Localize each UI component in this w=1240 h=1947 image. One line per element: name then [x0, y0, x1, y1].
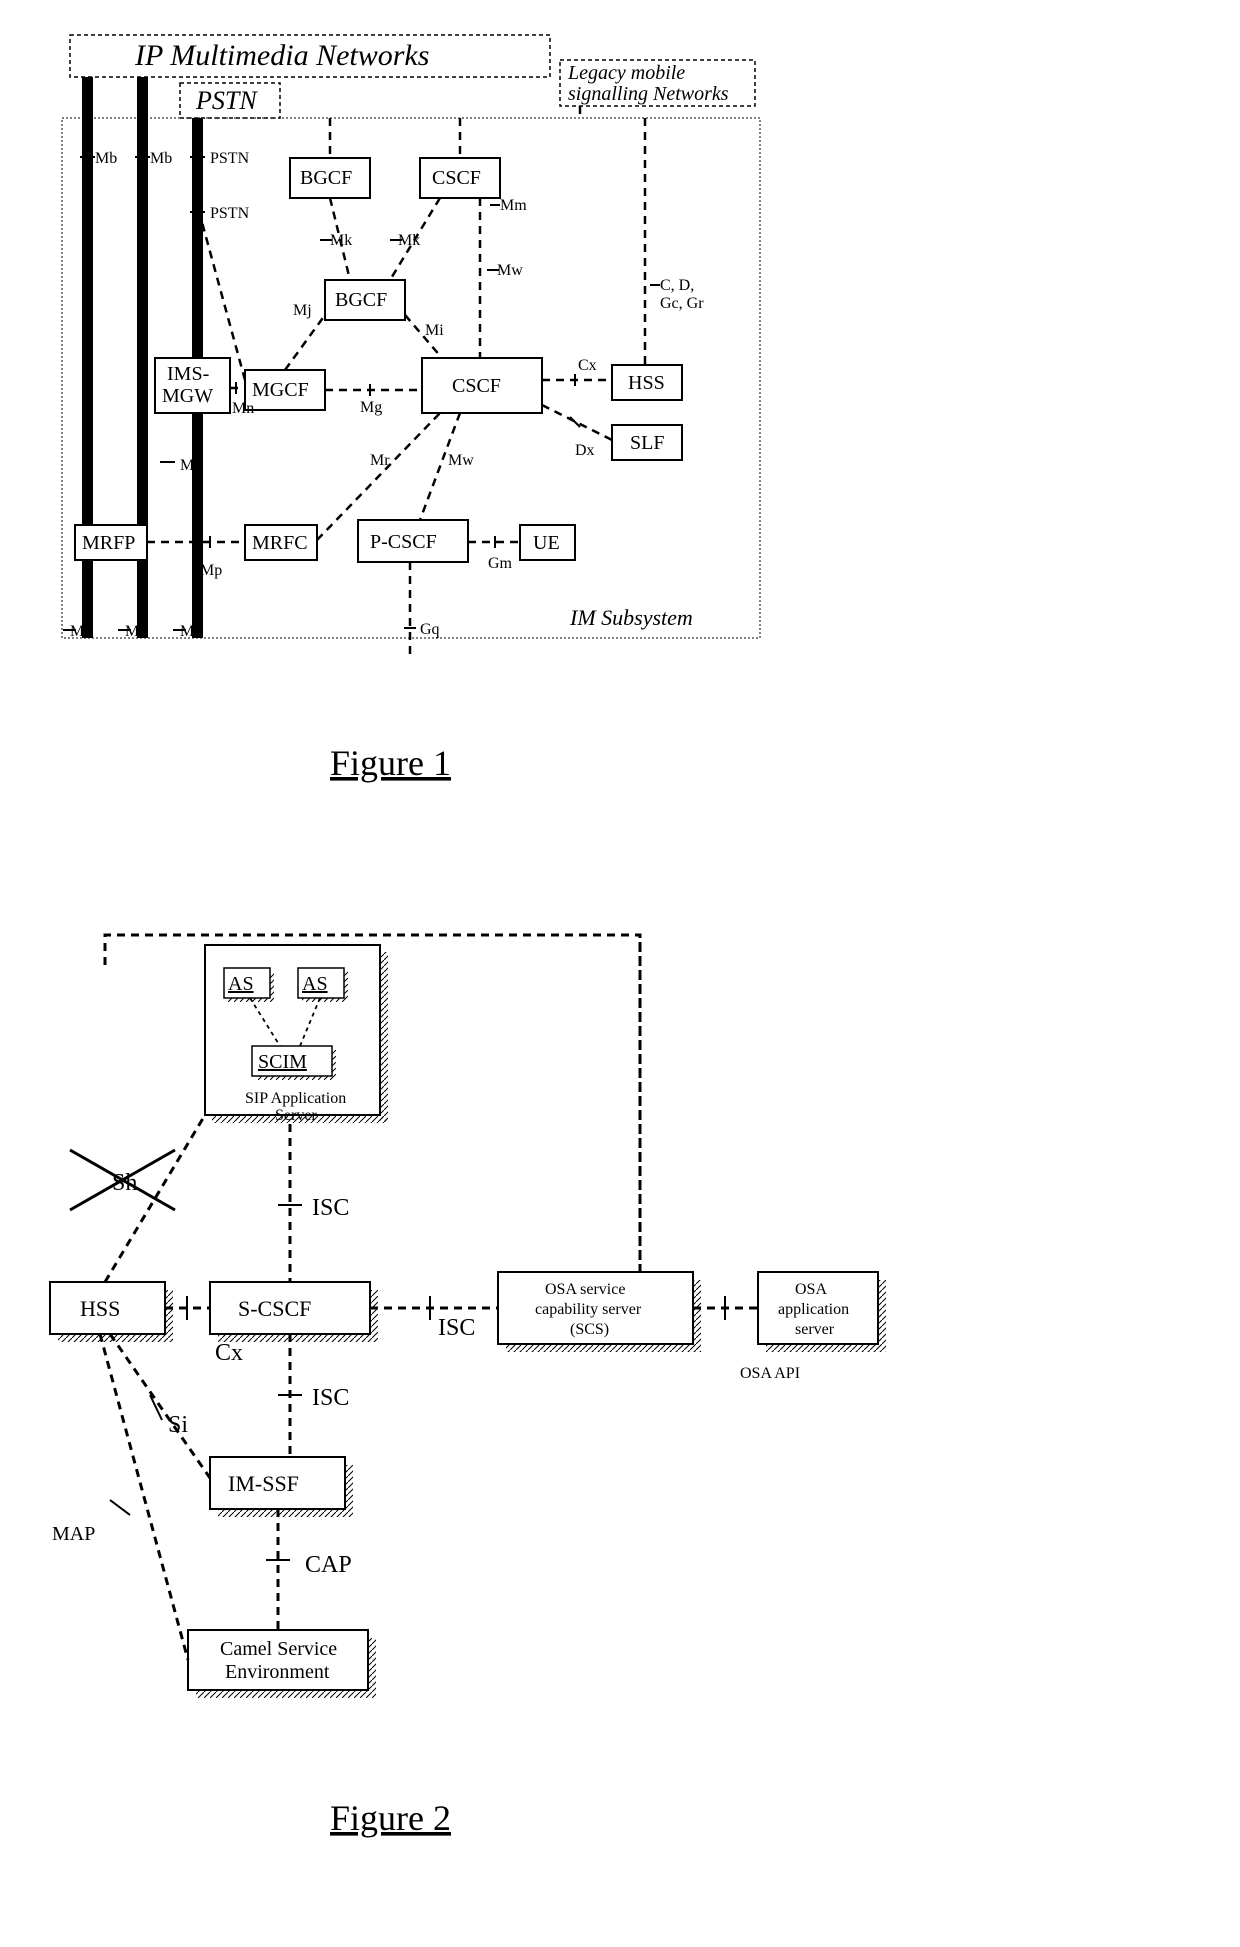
figure-2: SIP Application Server AS AS SCIM HSS S-…: [50, 935, 886, 1698]
isc-label3: ISC: [312, 1385, 349, 1411]
svg-text:capability server: capability server: [535, 1301, 642, 1318]
mk-label1: Mk: [330, 232, 352, 249]
mw-label2: Mw: [448, 452, 474, 469]
svg-text:OSA: OSA: [795, 1281, 827, 1298]
mb-label-4: Mb: [70, 623, 92, 640]
bgcf2-label: BGCF: [335, 289, 387, 311]
camel-box: Camel Service Environment: [188, 1630, 376, 1698]
cscf2-label: CSCF: [452, 375, 501, 397]
svg-text:Camel Service: Camel Service: [220, 1638, 337, 1660]
mrfp-label: MRFP: [82, 532, 135, 554]
mw-label1: Mw: [497, 262, 523, 279]
mg-label: Mg: [360, 399, 382, 416]
gm-label: Gm: [488, 555, 513, 572]
mp-label: Mp: [200, 562, 222, 579]
mb-label-5: Mb: [125, 623, 147, 640]
bgcf1-label: BGCF: [300, 167, 352, 189]
mrfc-label: MRFC: [252, 532, 308, 554]
as-box-2: AS: [298, 968, 348, 1002]
as-box-1: AS: [224, 968, 274, 1002]
svg-text:AS: AS: [302, 973, 328, 995]
isc-label2: ISC: [438, 1315, 475, 1341]
hss-label: HSS: [628, 372, 665, 394]
im-subsystem-label: IM Subsystem: [569, 605, 693, 630]
si-label: Si: [168, 1412, 188, 1438]
cx-label2: Cx: [215, 1340, 243, 1366]
ue-label: UE: [533, 532, 560, 554]
legacy-line2: signalling Networks: [568, 83, 729, 105]
cx-label: Cx: [578, 357, 597, 374]
svg-text:server: server: [795, 1321, 835, 1338]
cscf1-label: CSCF: [432, 167, 481, 189]
svg-text:OSA service: OSA service: [545, 1281, 625, 1298]
mb-label-2: Mb: [150, 150, 172, 167]
pstn-iflabel-1: PSTN: [210, 150, 250, 167]
mb-label-6: Mb: [180, 623, 202, 640]
mn-label: Mn: [232, 400, 254, 417]
imsmgw-line2: MGW: [162, 385, 213, 407]
hss-box-f2: HSS: [50, 1282, 173, 1342]
imsmgw-line1: IMS-: [167, 363, 209, 385]
dx-label: Dx: [575, 442, 595, 459]
isc-label1: ISC: [312, 1195, 349, 1221]
mb-label-3: Mb: [180, 457, 202, 474]
svg-text:AS: AS: [228, 973, 254, 995]
scim-box: SCIM: [252, 1046, 336, 1080]
mgcf-label: MGCF: [252, 379, 309, 401]
svg-text:application: application: [778, 1301, 849, 1318]
imssf-box: IM-SSF: [210, 1457, 353, 1517]
cdgcgr-l1: C, D,: [660, 277, 694, 294]
sipas-l2: Server: [275, 1107, 317, 1124]
mb-label-1: Mb: [95, 150, 117, 167]
slf-label: SLF: [630, 432, 664, 454]
cap-label: CAP: [305, 1552, 352, 1578]
pstn-label: PSTN: [195, 86, 258, 115]
osa-api-label: OSA API: [740, 1365, 800, 1382]
pstn-iflabel-2: PSTN: [210, 205, 250, 222]
mj-label: Mj: [293, 302, 312, 319]
osa-scs-box: OSA service capability server (SCS): [498, 1272, 701, 1352]
figure1-label: Figure 1: [330, 743, 451, 783]
figure-1: IP Multimedia Networks Legacy mobile sig…: [62, 35, 760, 660]
mi-label: Mi: [425, 322, 444, 339]
svg-text:SCIM: SCIM: [258, 1051, 307, 1073]
gq-label: Gq: [420, 621, 440, 638]
scscf-box: S-CSCF: [210, 1282, 378, 1342]
svg-text:(SCS): (SCS): [570, 1321, 609, 1338]
mm-label: Mm: [500, 197, 527, 214]
cdgcgr-l2: Gc, Gr: [660, 295, 704, 312]
figure2-label: Figure 2: [330, 1798, 451, 1838]
legacy-line1: Legacy mobile: [567, 62, 685, 84]
pcscf-label: P-CSCF: [370, 531, 437, 553]
sipas-l1: SIP Application: [245, 1090, 346, 1107]
sh-label: Sh: [112, 1170, 137, 1196]
svg-text:S-CSCF: S-CSCF: [238, 1296, 311, 1321]
mr-label: Mr: [370, 452, 390, 469]
osa-as-box: OSA application server: [758, 1272, 886, 1352]
svg-text:IM-SSF: IM-SSF: [228, 1471, 299, 1496]
ip-multimedia-label: IP Multimedia Networks: [134, 39, 429, 72]
svg-text:HSS: HSS: [80, 1296, 120, 1321]
svg-text:Environment: Environment: [225, 1661, 330, 1683]
map-label: MAP: [52, 1523, 95, 1545]
